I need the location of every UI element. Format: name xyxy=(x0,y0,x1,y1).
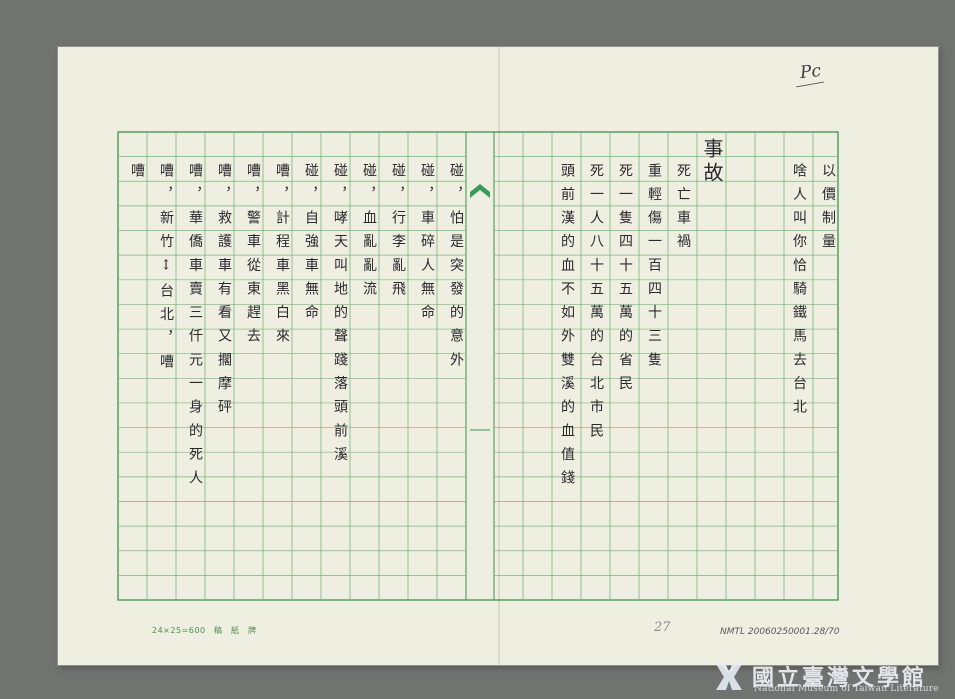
column-l8: 嘈，警車從東趕去 xyxy=(245,162,261,352)
museum-logo: 國立臺灣文學館 National Museum of Taiwan Litera… xyxy=(712,660,942,696)
column-l11: 嘈，新竹↕台北，嘈 xyxy=(158,162,174,378)
manuscript-grid xyxy=(117,131,839,601)
column-l3: 碰，行李亂飛 xyxy=(390,162,406,305)
column-r7: 死一人八十五萬的台北市民 xyxy=(588,162,604,447)
column-l4: 碰，血亂亂流 xyxy=(361,162,377,305)
column-l5: 碰，哮天叫地的聲踐落頭前溪 xyxy=(332,162,348,470)
column-l1: 碰，怕是突發的意外 xyxy=(448,162,464,376)
column-r1: 以價制量 xyxy=(820,162,836,258)
column-l10: 嘈，華僑車賣三仟元一身的死人 xyxy=(187,162,203,494)
column-l7: 嘈，計程車黑白來 xyxy=(274,162,290,352)
column-r5: 重輕傷一百四十三隻 xyxy=(646,162,662,376)
column-r3-heading: 事故 xyxy=(700,138,724,186)
column-r8: 頭前漢的血不如外雙溪的血值錢 xyxy=(559,162,575,494)
paper-spec-label: 24×25=600 稿 紙 牌 xyxy=(152,626,257,635)
page-mark: Pc xyxy=(799,60,822,84)
handwritten-number: 27 xyxy=(654,620,671,635)
column-l9: 嘈，救護車有看又擱摩砰 xyxy=(216,162,232,423)
museum-emblem-icon xyxy=(716,661,742,690)
column-r4: 死亡車禍 xyxy=(675,162,691,258)
archive-id: NMTL 20060250001.28/70 xyxy=(720,627,840,637)
column-r2: 啥人叫你恰騎鐵馬去台北 xyxy=(791,162,807,423)
column-l2: 碰，車碎人無命 xyxy=(419,162,435,329)
column-l12: 嘈 xyxy=(129,162,145,187)
museum-subtitle: National Museum of Taiwan Literature xyxy=(754,684,939,694)
center-marker-icon xyxy=(470,184,490,198)
column-r6: 死一隻四十五萬的省民 xyxy=(617,162,633,399)
column-l6: 碰，自強車無命 xyxy=(303,162,319,329)
